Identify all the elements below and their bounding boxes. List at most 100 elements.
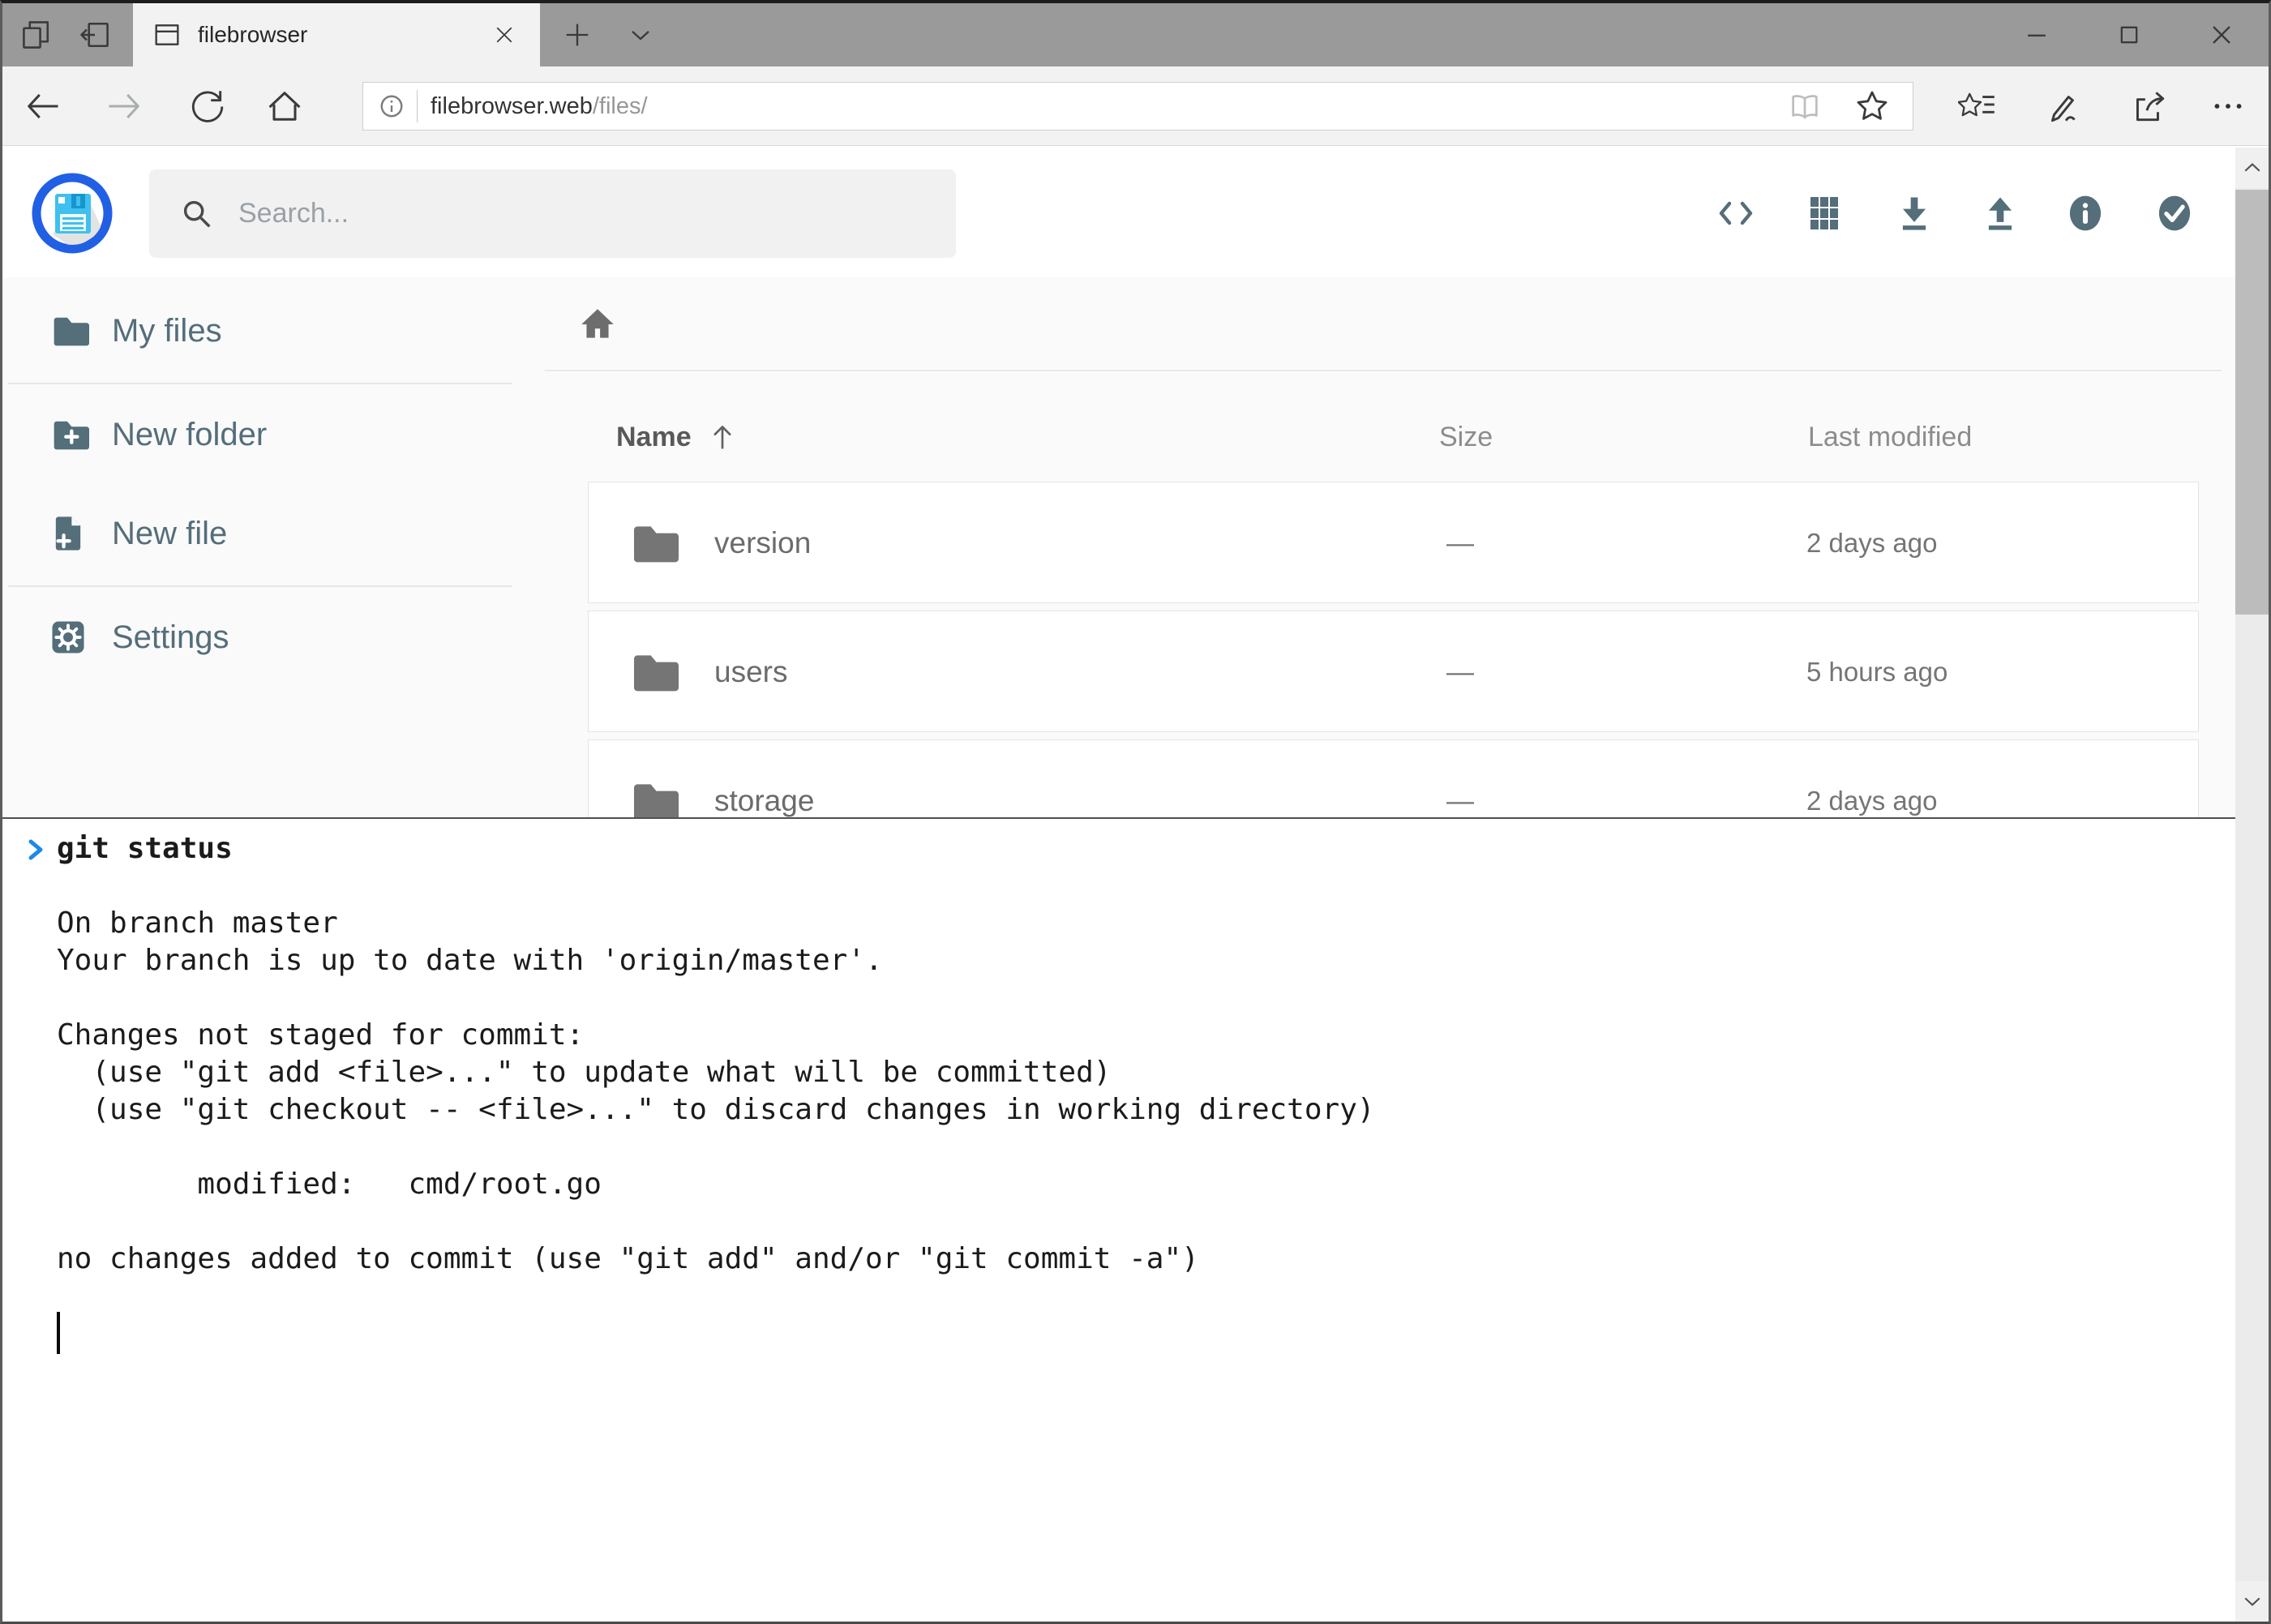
url-path: /files/ <box>593 93 648 120</box>
set-tabs-aside-button[interactable] <box>70 3 120 66</box>
text-cursor <box>57 1312 60 1354</box>
file-row-users[interactable]: users — 5 hours ago <box>588 611 2199 732</box>
sidebar-divider <box>8 585 512 587</box>
home-icon <box>577 304 618 345</box>
page-icon <box>151 19 183 51</box>
select-multiple-button[interactable] <box>2152 191 2197 236</box>
address-toolbar: filebrowser.web /files/ <box>0 66 2271 146</box>
hub-favorites-icon <box>1958 86 1999 126</box>
maximize-icon <box>2113 19 2145 51</box>
app-header <box>0 146 2271 277</box>
tab-close-button[interactable] <box>488 19 521 51</box>
url-divider <box>417 90 418 122</box>
sort-up-arrow-icon <box>706 420 739 454</box>
browser-window: filebrowser <box>0 0 2271 1624</box>
search-icon <box>178 195 216 233</box>
back-button[interactable] <box>8 72 76 140</box>
forward-button[interactable] <box>91 72 159 140</box>
new-tab-plus-icon <box>561 19 593 51</box>
more-options-button[interactable] <box>2194 72 2262 140</box>
file-name: version <box>714 482 811 604</box>
close-icon <box>492 23 516 47</box>
sidebar-item-label: New file <box>112 516 227 552</box>
tab-title: filebrowser <box>198 22 307 48</box>
grid-view-icon <box>1805 193 1844 234</box>
info-icon <box>2063 191 2107 236</box>
address-bar[interactable]: filebrowser.web /files/ <box>362 82 1913 131</box>
sidebar-divider <box>8 383 512 384</box>
reading-view-icon[interactable] <box>1786 88 1823 125</box>
column-header-name[interactable]: Name <box>616 417 739 457</box>
chevron-down-icon <box>2240 1589 2265 1613</box>
folder-icon <box>625 645 679 699</box>
scroll-up-button[interactable] <box>2235 148 2269 188</box>
sidebar-item-label: Settings <box>112 619 229 656</box>
file-name: storage <box>714 740 814 817</box>
tab-list-button[interactable] <box>615 3 666 66</box>
favorite-star-icon[interactable] <box>1853 87 1892 126</box>
file-modified: 2 days ago <box>1806 740 1937 817</box>
scrollbar-thumb[interactable] <box>2235 190 2269 615</box>
file-modified: 2 days ago <box>1806 482 1937 604</box>
hub-favorites-button[interactable] <box>1944 72 2012 140</box>
file-rows: version — 2 days ago users — 5 hours ago <box>588 482 2199 817</box>
refresh-icon <box>186 86 227 126</box>
minimize-icon <box>2020 19 2053 51</box>
column-label: Name <box>616 422 692 453</box>
folder-icon <box>625 774 679 817</box>
sidebar-item-new-folder[interactable]: New folder <box>0 404 523 465</box>
home-button[interactable] <box>251 72 319 140</box>
share-button[interactable] <box>2115 72 2183 140</box>
column-header-modified[interactable]: Last modified <box>1808 417 1972 457</box>
file-row-version[interactable]: version — 2 days ago <box>588 482 2199 603</box>
terminal-prompt-line: git status <box>57 830 233 868</box>
sidebar-item-label: My files <box>112 313 222 349</box>
raw-code-button[interactable] <box>1713 191 1759 236</box>
refresh-button[interactable] <box>173 72 241 140</box>
forward-arrow-icon <box>104 85 146 127</box>
file-size: — <box>1446 611 1474 733</box>
sidebar-item-settings[interactable]: Settings <box>0 606 523 668</box>
file-size: — <box>1446 482 1474 604</box>
column-label: Size <box>1439 422 1493 453</box>
page-scrollbar[interactable] <box>2235 148 2269 1622</box>
chevron-up-icon <box>2240 156 2265 180</box>
grid-view-button[interactable] <box>1802 191 1847 236</box>
breadcrumb-divider <box>545 370 2222 371</box>
sidebar-item-my-files[interactable]: My files <box>0 300 523 362</box>
check-circle-icon <box>2153 191 2196 236</box>
file-listing: Name Size Last modified version — 2 da <box>523 277 2225 817</box>
file-name: users <box>714 611 787 733</box>
url-host: filebrowser.web <box>431 93 593 120</box>
new-tab-button[interactable] <box>553 3 602 66</box>
file-size: — <box>1446 740 1474 817</box>
search-bar[interactable] <box>149 169 956 258</box>
web-note-button[interactable] <box>2029 72 2097 140</box>
upload-button[interactable] <box>1977 191 2023 236</box>
breadcrumb-home-button[interactable] <box>576 302 619 347</box>
file-row-storage[interactable]: storage — 2 days ago <box>588 739 2199 817</box>
column-header-size[interactable]: Size <box>1439 417 1493 457</box>
floppy-disk-logo[interactable] <box>32 173 113 254</box>
sidebar-item-new-file[interactable]: New file <box>0 503 523 564</box>
terminal-panel[interactable]: git status On branch master Your branch … <box>0 817 2271 1624</box>
site-info-icon[interactable] <box>375 89 409 123</box>
scroll-down-button[interactable] <box>2235 1581 2269 1622</box>
folder-icon <box>625 516 679 570</box>
close-window-button[interactable] <box>2179 3 2264 66</box>
tab-preview-icon <box>19 17 54 53</box>
info-button[interactable] <box>2063 191 2108 236</box>
search-input[interactable] <box>237 197 889 230</box>
sidebar: My files New folder New file <box>0 277 523 817</box>
folder-plus-icon <box>47 413 89 456</box>
upload-icon <box>1979 192 2021 234</box>
terminal-command: git status <box>57 830 233 868</box>
code-icon <box>1715 194 1757 233</box>
minimize-button[interactable] <box>1995 3 2079 66</box>
maximize-button[interactable] <box>2087 3 2171 66</box>
web-note-pen-icon <box>2043 86 2084 126</box>
browser-tab[interactable]: filebrowser <box>133 3 540 66</box>
download-button[interactable] <box>1892 191 1937 236</box>
tab-preview-button[interactable] <box>11 3 62 66</box>
download-icon <box>1893 192 1935 234</box>
